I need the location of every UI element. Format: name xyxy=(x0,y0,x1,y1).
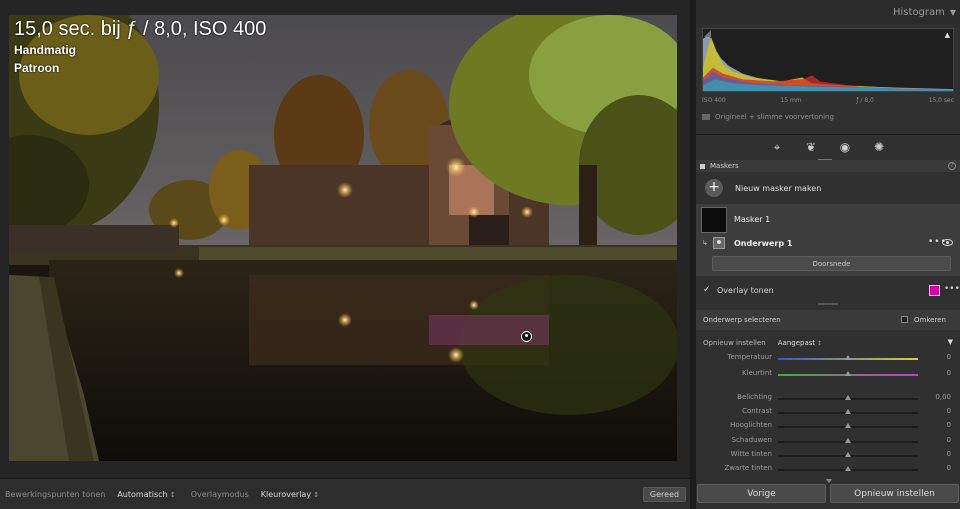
edit-pins-select[interactable]: Automatisch xyxy=(117,490,175,499)
edit-pins-label: Bewerkingspunten tonen xyxy=(5,489,106,499)
slider-label: Kleurtint xyxy=(741,369,772,377)
subtract-arrow-icon: ↳ xyxy=(702,239,708,247)
shadow-clipping-icon[interactable] xyxy=(704,30,711,37)
masks-title: Maskers xyxy=(710,162,739,170)
reset-row: Opnieuw instellen Aangepast ▼ xyxy=(696,336,960,350)
slider-knob[interactable] xyxy=(845,355,851,360)
mask-thumbnail[interactable] xyxy=(701,207,727,233)
reset-label: Opnieuw instellen xyxy=(703,339,766,347)
collapse-triangle-icon[interactable]: ▼ xyxy=(950,8,956,17)
overlay-mode-select[interactable]: Kleuroverlay xyxy=(261,490,319,499)
bottom-toolbar: Bewerkingspunten tonen Automatisch Overl… xyxy=(0,478,690,509)
overlay-label: Overlay tonen xyxy=(717,285,774,295)
subject-title: Onderwerp selecteren xyxy=(703,316,781,324)
overlay-mode-label: Overlaymodus xyxy=(190,489,249,499)
slider-label: Hooglichten xyxy=(730,421,772,429)
intersect-button[interactable]: Doorsnede xyxy=(712,256,951,271)
slider-label: Schaduwen xyxy=(731,436,772,444)
histogram-title: Histogram xyxy=(892,6,945,18)
slider-knob[interactable] xyxy=(845,466,851,471)
meta-focal: 15 mm xyxy=(780,97,802,104)
bottom-buttons: Vorige Opnieuw instellen xyxy=(696,484,960,509)
crop-icon[interactable]: ⌖ xyxy=(770,140,784,154)
red-eye-icon[interactable]: ◉ xyxy=(838,140,852,154)
meta-shutter: 15,0 sec xyxy=(928,97,954,104)
night-canal-photo xyxy=(9,15,677,461)
slider-label: Witte tinten xyxy=(730,450,772,458)
histogram[interactable]: ▲ xyxy=(702,28,954,92)
slider-knob[interactable] xyxy=(845,423,851,428)
plus-icon: + xyxy=(705,179,723,197)
slider-knob[interactable] xyxy=(845,395,851,400)
slider-value[interactable]: 0 xyxy=(947,353,951,361)
slider-label: Temperatuur xyxy=(727,353,772,361)
preview-icon xyxy=(702,114,710,120)
photo-canvas[interactable]: 15,0 sec. bij ƒ / 8,0, ISO 400 Handmatig… xyxy=(9,15,677,461)
slider-label: Zwarte tinten xyxy=(724,464,772,472)
previous-button[interactable]: Vorige xyxy=(697,484,826,503)
mask-pin[interactable] xyxy=(521,331,532,342)
overlay-color-swatch[interactable] xyxy=(929,285,940,296)
slider-label: Contrast xyxy=(742,407,772,415)
eye-icon[interactable] xyxy=(942,239,953,246)
done-button[interactable]: Gereed xyxy=(643,487,686,502)
slider-value[interactable]: 0,00 xyxy=(935,393,951,401)
slider-value[interactable]: 0 xyxy=(947,369,951,377)
histogram-header[interactable]: Histogram ▼ xyxy=(696,0,960,24)
panel-end-marker-icon xyxy=(826,479,832,483)
preset-select[interactable]: Aangepast xyxy=(778,339,822,347)
slider-witte-tinten[interactable]: Witte tinten 0 xyxy=(696,449,960,461)
help-icon[interactable]: ? xyxy=(948,162,956,170)
slider-value[interactable]: 0 xyxy=(947,407,951,415)
slider-temperatuur[interactable]: Temperatuur 0 xyxy=(696,352,960,364)
slider-contrast[interactable]: Contrast 0 xyxy=(696,406,960,418)
new-mask-button[interactable]: + Nieuw masker maken xyxy=(696,172,960,204)
slider-kleurtint[interactable]: Kleurtint 0 xyxy=(696,368,960,380)
subject-header: Onderwerp selecteren Omkeren xyxy=(696,310,960,330)
slider-knob[interactable] xyxy=(845,371,851,376)
invert-checkbox[interactable] xyxy=(901,316,908,323)
collapse-triangle-icon[interactable]: ▼ xyxy=(948,338,953,346)
mask-name[interactable]: Masker 1 xyxy=(734,215,770,224)
exposure-info: 15,0 sec. bij ƒ / 8,0, ISO 400 xyxy=(14,18,267,40)
invert-label: Omkeren xyxy=(914,316,946,324)
histogram-meta: ISO 400 15 mm ƒ / 8,0 15,0 sec xyxy=(702,97,954,104)
overlay-checkbox[interactable]: ✓ xyxy=(703,285,712,295)
preview-label: Origineel + slimme voorvertoning xyxy=(715,113,834,121)
new-mask-label: Nieuw masker maken xyxy=(735,183,822,193)
slider-label: Belichting xyxy=(737,393,772,401)
preview-status: Origineel + slimme voorvertoning xyxy=(702,113,834,121)
meta-iso: ISO 400 xyxy=(702,97,726,104)
slider-schaduwen[interactable]: Schaduwen 0 xyxy=(696,435,960,447)
overlay-handle[interactable] xyxy=(818,303,838,305)
slider-knob[interactable] xyxy=(845,409,851,414)
exposure-mode: Handmatig xyxy=(14,43,77,57)
component-name[interactable]: Onderwerp 1 xyxy=(734,239,792,248)
healing-icon[interactable]: ❦ xyxy=(804,140,818,154)
masks-header: Maskers ? xyxy=(696,160,960,172)
masking-icon[interactable]: ✺ xyxy=(872,140,886,154)
slider-value[interactable]: 0 xyxy=(947,436,951,444)
slider-zwarte-tinten[interactable]: Zwarte tinten 0 xyxy=(696,463,960,475)
tool-strip: ⌖ ❦ ◉ ✺ xyxy=(696,134,960,158)
photo-area: 15,0 sec. bij ƒ / 8,0, ISO 400 Handmatig… xyxy=(0,0,690,509)
overlay-more-icon[interactable]: ••• xyxy=(944,284,960,294)
right-panel: Histogram ▼ ▲ ISO 400 15 mm ƒ / 8,0 15,0… xyxy=(696,0,960,509)
meta-aperture: ƒ / 8,0 xyxy=(856,97,874,104)
subject-icon xyxy=(713,237,725,249)
slider-value[interactable]: 0 xyxy=(947,421,951,429)
highlight-clipping-icon[interactable]: ▲ xyxy=(945,31,950,39)
slider-hooglichten[interactable]: Hooglichten 0 xyxy=(696,420,960,432)
slider-belichting[interactable]: Belichting 0,00 xyxy=(696,392,960,404)
slider-value[interactable]: 0 xyxy=(947,464,951,472)
metering-mode: Patroon xyxy=(14,61,60,75)
masks-panel-icon xyxy=(700,163,705,169)
overlay-row: ✓ Overlay tonen ••• xyxy=(696,276,960,304)
reset-all-button[interactable]: Opnieuw instellen xyxy=(830,484,959,503)
slider-value[interactable]: 0 xyxy=(947,450,951,458)
mask-card[interactable]: Masker 1 ↳ Onderwerp 1 ••• Doorsnede xyxy=(696,204,960,276)
slider-knob[interactable] xyxy=(845,438,851,443)
histogram-graph xyxy=(703,34,953,91)
slider-knob[interactable] xyxy=(845,452,851,457)
